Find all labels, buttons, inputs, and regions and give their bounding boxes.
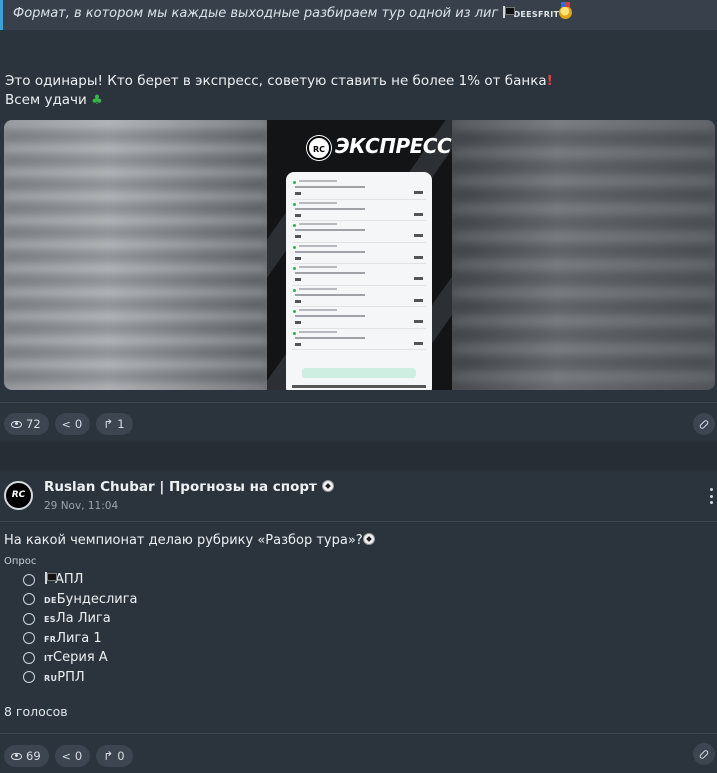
message-line-1: Это одинары! Кто берет в экспресс, совет… [5, 73, 547, 89]
message-line-2: Всем удачи [5, 92, 87, 108]
views-counter[interactable]: 72 [4, 413, 49, 435]
bet-slip-screenshot: RC ЭКСПРЕСС [267, 120, 452, 390]
country-code: DE [44, 595, 57, 605]
poll-question-text: На какой чемпионат делаю рубрику «Разбор… [4, 533, 363, 548]
radio-button[interactable] [23, 671, 35, 684]
poll-option-label: РПЛ [57, 669, 85, 685]
link-icon [698, 418, 710, 430]
radio-button[interactable] [23, 573, 35, 586]
poll-option-seriea[interactable]: ITСерия А [23, 648, 138, 668]
share-button[interactable]: < 0 [54, 413, 91, 435]
post-date: 29 Nov, 11:04 [44, 500, 119, 512]
soccer-ball-icon [321, 480, 334, 492]
bet-slip [286, 172, 432, 390]
poll-type-label: Опрос [4, 556, 37, 567]
flag-icon [502, 6, 515, 18]
replies-count: 0 [117, 749, 125, 763]
country-code: FR [44, 634, 57, 644]
post-image[interactable]: RC ЭКСПРЕСС [4, 120, 715, 390]
clover-icon: ♣ [91, 93, 103, 108]
poll-vote-count: 8 голосов [4, 704, 68, 719]
views-counter[interactable]: 69 [4, 745, 49, 767]
poll-option-label: Лига 1 [56, 630, 102, 646]
forwarded-quote: Формат, в котором мы каждые выходные раз… [0, 0, 717, 30]
poll-option-ligue1[interactable]: FRЛига 1 [23, 629, 138, 649]
radio-button[interactable] [23, 593, 35, 606]
reply-arrow-icon: ↱ [103, 749, 114, 763]
share-icon: < [61, 749, 71, 763]
radio-button[interactable] [23, 612, 35, 625]
poll-option-label: Ла Лига [55, 611, 111, 627]
poll-option-apl[interactable]: АПЛ [23, 570, 138, 590]
more-options-icon[interactable] [708, 488, 714, 504]
channel-title[interactable]: Ruslan Chubar | Прогнозы на спорт [44, 479, 334, 495]
avatar[interactable]: RC [4, 481, 33, 510]
medal-icon [559, 2, 573, 19]
poll-options: АПЛ DEБундеслига ESЛа Лига FRЛига 1 ITСе… [23, 570, 138, 687]
country-code: RU [44, 673, 58, 683]
reply-arrow-icon: ↱ [103, 417, 114, 431]
post2-actions: 69 < 0 ↱ 0 [4, 745, 133, 767]
image-blurred-left [4, 120, 267, 390]
poll-option-label: Бундеслига [56, 591, 138, 607]
share-icon: < [61, 417, 71, 431]
radio-button[interactable] [23, 632, 35, 645]
quote-country-codes: DEESFRIT [513, 10, 560, 19]
exclamation-icon: ! [546, 73, 553, 89]
poll-question: На какой чемпионат делаю рубрику «Разбор… [4, 533, 375, 548]
image-blurred-right [452, 120, 715, 390]
views-count: 72 [26, 417, 41, 431]
reply-button[interactable]: ↱ 1 [96, 413, 133, 435]
post1-actions: 72 < 0 ↱ 1 [4, 413, 133, 435]
flag-icon [44, 572, 57, 585]
reply-button[interactable]: ↱ 0 [96, 745, 133, 767]
eye-icon [11, 752, 22, 760]
post-separator [0, 442, 717, 470]
country-code: ES [44, 615, 56, 625]
copy-link-button[interactable] [693, 413, 715, 435]
radio-button[interactable] [23, 651, 35, 664]
express-logo-icon: RC [307, 136, 331, 160]
share-button[interactable]: < 0 [54, 745, 91, 767]
poll-option-laliga[interactable]: ESЛа Лига [23, 609, 138, 629]
soccer-ball-icon [362, 533, 375, 545]
poll-option-bundesliga[interactable]: DEБундеслига [23, 590, 138, 610]
poll-option-label: АПЛ [55, 572, 84, 588]
poll-option-label: Серия А [53, 650, 108, 666]
copy-link-button[interactable] [693, 743, 715, 765]
poll-option-rpl[interactable]: RUРПЛ [23, 668, 138, 688]
replies-count: 1 [117, 417, 125, 431]
post-message: Это одинары! Кто берет в экспресс, совет… [5, 72, 553, 110]
shares-count: 0 [74, 749, 83, 763]
eye-icon [11, 420, 22, 428]
shares-count: 0 [74, 417, 83, 431]
quote-text: Формат, в котором мы каждые выходные раз… [13, 6, 499, 21]
channel-name-text: Ruslan Chubar | Прогнозы на спорт [44, 479, 317, 495]
country-code: IT [44, 654, 54, 664]
express-title: ЭКСПРЕСС [335, 134, 452, 158]
link-icon [698, 748, 710, 760]
views-count: 69 [26, 749, 41, 763]
